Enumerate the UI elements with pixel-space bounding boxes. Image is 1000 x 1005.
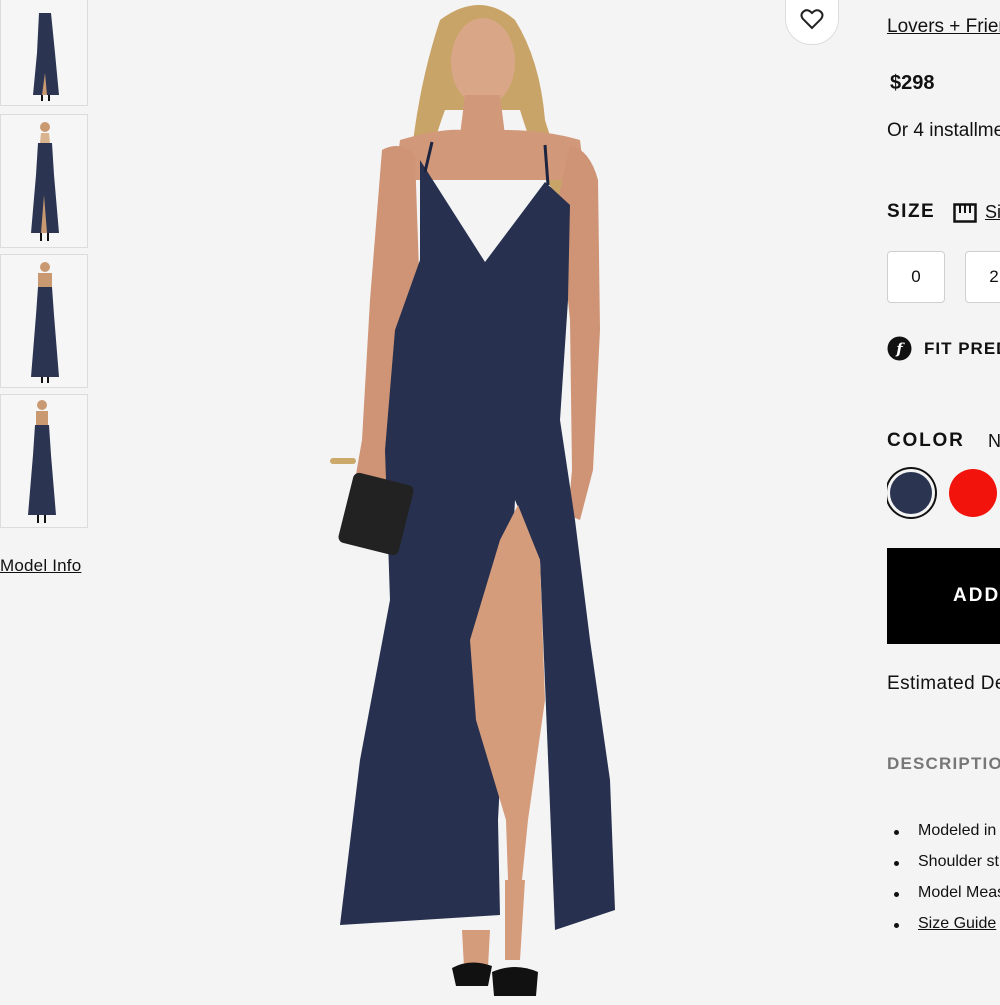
brand-link[interactable]: Lovers + Friends: [887, 16, 1000, 38]
thumbnail-model-image: [31, 122, 59, 241]
thumbnail-3[interactable]: [0, 254, 88, 388]
product-price: $298: [890, 72, 935, 94]
size-label: SIZE: [887, 201, 936, 222]
fit-predictor-logo-icon: f: [887, 336, 912, 361]
size-guide-item[interactable]: Size Guide: [887, 915, 1000, 946]
color-swatch-red[interactable]: [949, 469, 997, 517]
size-option-2[interactable]: 2: [965, 251, 1000, 303]
size-option-0[interactable]: 0: [887, 251, 945, 303]
color-label: COLOR: [887, 430, 965, 451]
description-item: Model Measurements: [887, 884, 1000, 915]
model-info-link[interactable]: Model Info: [0, 556, 81, 576]
installments-text: Or 4 installments: [887, 120, 1000, 141]
estimated-delivery-text: Estimated Delivery: [887, 673, 1000, 694]
main-product-image: [150, 0, 840, 1000]
product-details-panel: Lovers + Friends $298 Or 4 installments …: [887, 0, 1000, 1000]
ruler-icon[interactable]: [953, 203, 977, 223]
thumbnail-1[interactable]: [0, 0, 88, 106]
thumbnail-4[interactable]: [0, 394, 88, 528]
thumbnail-2[interactable]: [0, 114, 88, 248]
size-guide-link[interactable]: Size Guide: [918, 915, 996, 932]
selected-color: NAVY: [988, 431, 1000, 451]
heart-icon: [800, 9, 824, 30]
model-wearing-dress-illustration: [330, 5, 615, 996]
add-to-bag-label: ADD TO BAG: [953, 585, 1000, 606]
thumbnail-model-image: [28, 400, 56, 523]
size-chart-link[interactable]: Size Chart: [985, 202, 1000, 223]
color-swatch-navy[interactable]: [887, 469, 935, 517]
thumbnail-model-image: [31, 262, 59, 383]
fit-predictor-button[interactable]: FIT PREDICTOR: [924, 339, 1000, 359]
thumbnail-model-image: [33, 13, 59, 101]
description-list: Modeled in Navy Shoulder strap Model Mea…: [887, 822, 1000, 946]
add-to-bag-button[interactable]: ADD TO BAG: [887, 548, 1000, 644]
description-item: Modeled in Navy: [887, 822, 1000, 853]
description-item: Shoulder strap: [887, 853, 1000, 884]
description-heading[interactable]: DESCRIPTION: [887, 754, 1000, 774]
